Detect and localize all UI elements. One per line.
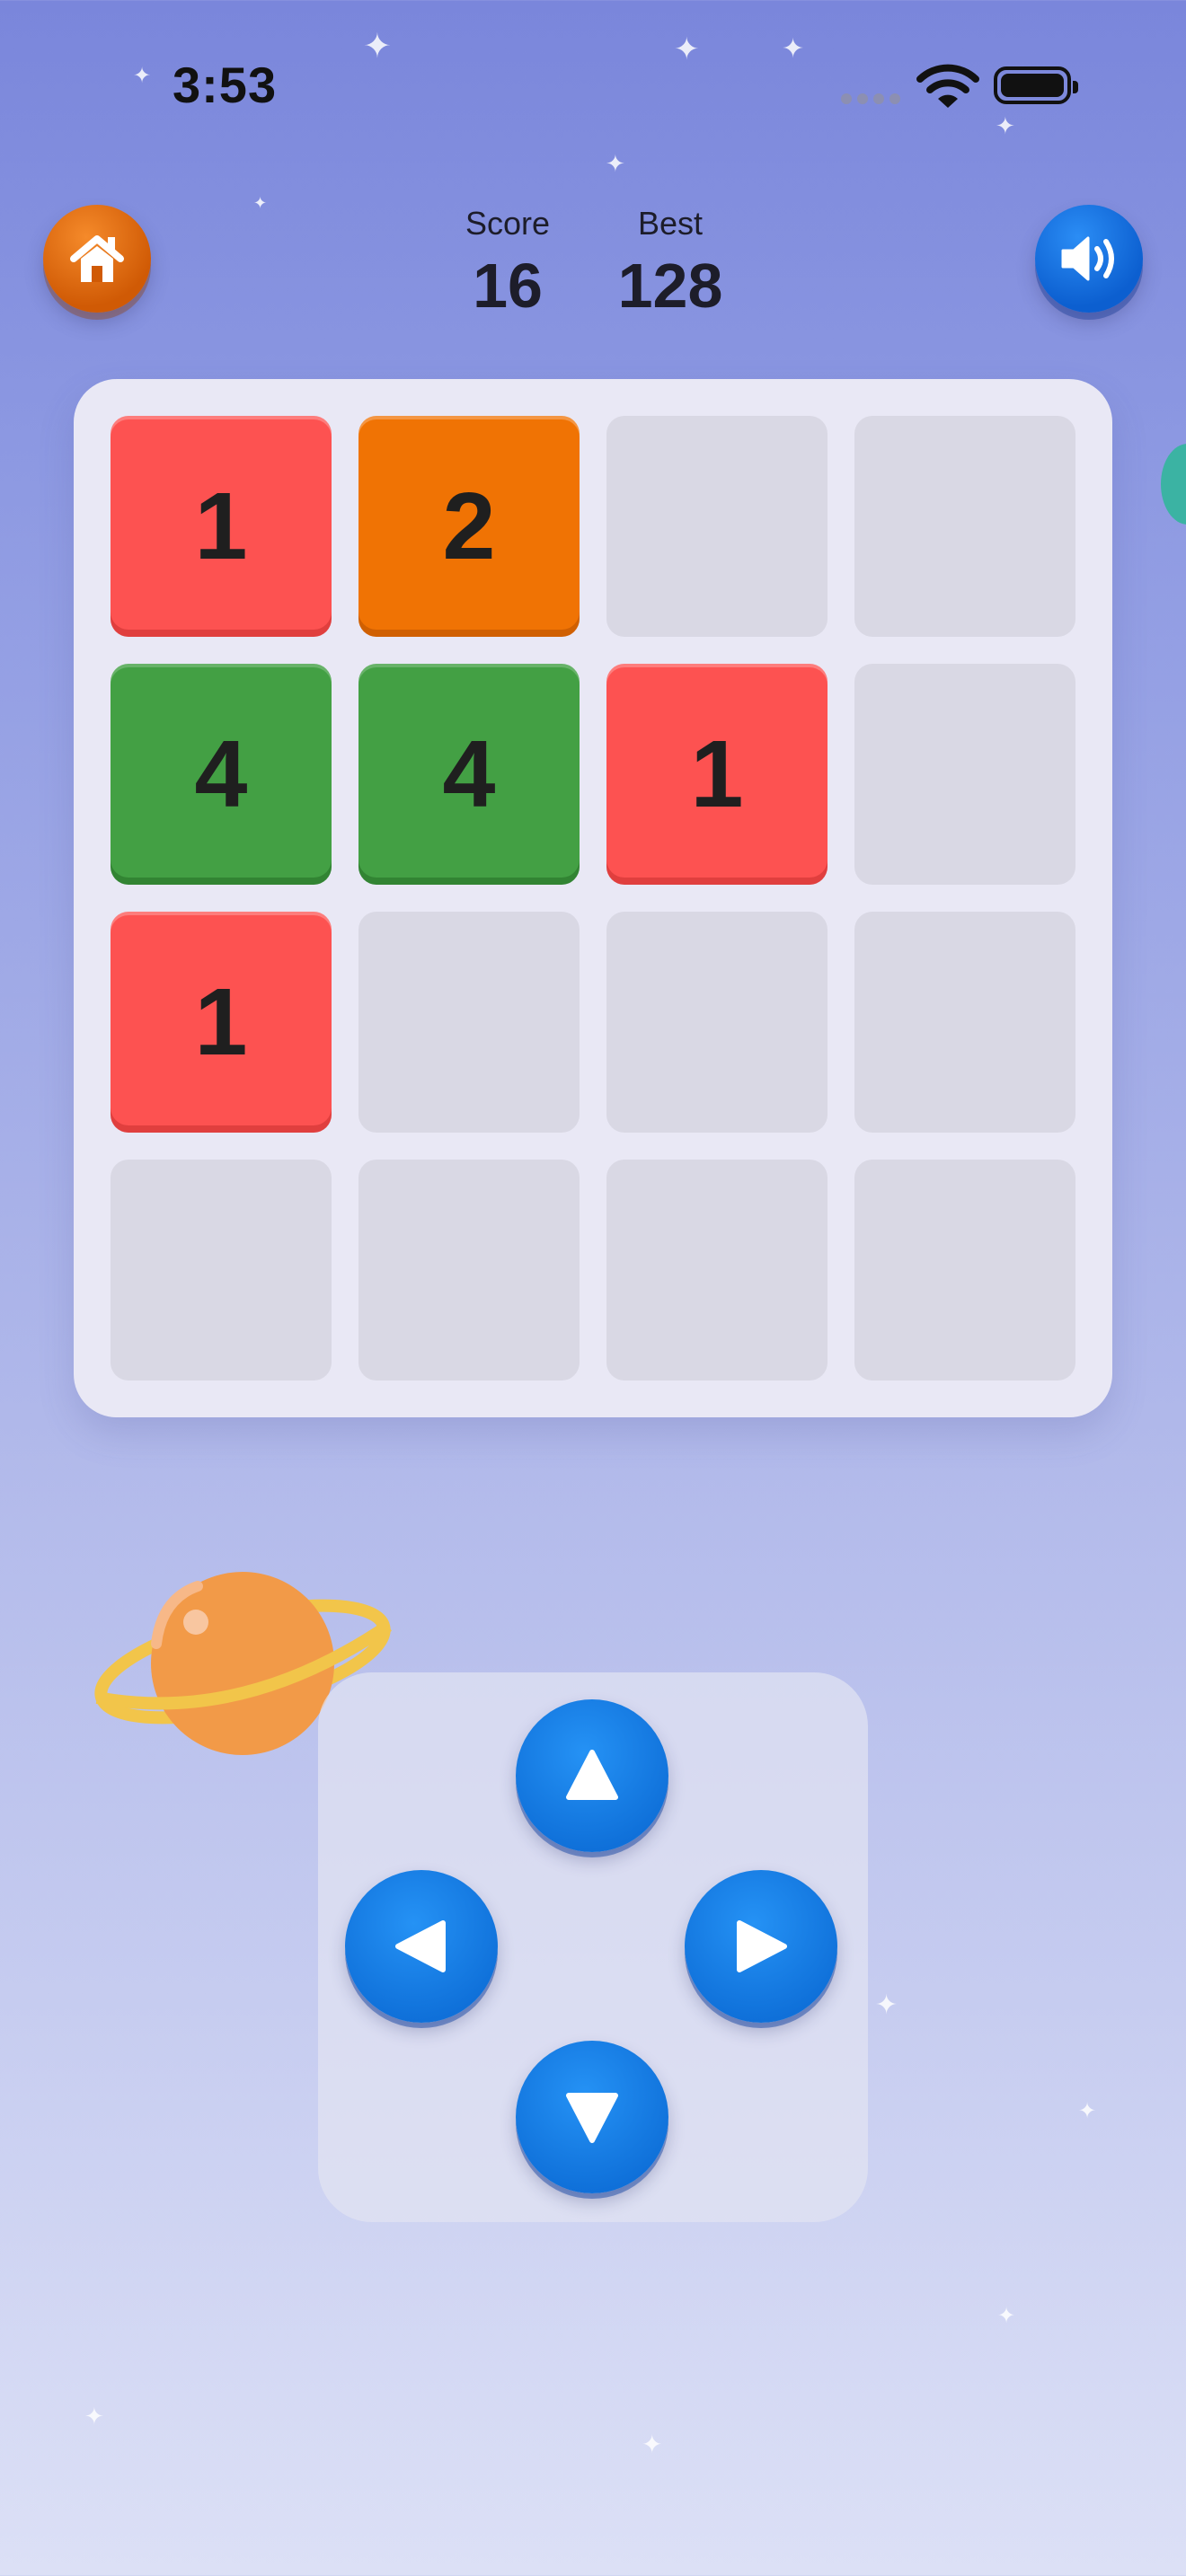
arrow-left-icon bbox=[395, 1920, 446, 1972]
empty-cell bbox=[854, 912, 1075, 1133]
sparkle-icon: ✦ bbox=[782, 33, 805, 65]
move-left-button[interactable] bbox=[345, 1870, 498, 2023]
sparkle-icon: ✦ bbox=[997, 2303, 1016, 2328]
speaker-icon bbox=[1061, 236, 1114, 281]
empty-cell bbox=[854, 664, 1075, 885]
empty-cell bbox=[111, 1160, 332, 1381]
wifi-icon bbox=[916, 64, 979, 108]
tile: 4 bbox=[358, 664, 580, 885]
best-display: Best 128 bbox=[604, 205, 737, 322]
sparkle-icon: ✦ bbox=[253, 194, 268, 213]
score-label: Score bbox=[465, 205, 551, 242]
sparkle-icon: ✦ bbox=[674, 31, 700, 67]
arrow-down-icon bbox=[566, 2093, 618, 2143]
sparkle-icon: ✦ bbox=[642, 2430, 663, 2459]
empty-cell bbox=[606, 912, 828, 1133]
tile: 4 bbox=[111, 664, 332, 885]
best-label: Best bbox=[637, 205, 704, 242]
tile: 1 bbox=[606, 664, 828, 885]
home-icon bbox=[70, 235, 124, 282]
arrow-up-icon bbox=[566, 1750, 618, 1800]
empty-cell bbox=[854, 1160, 1075, 1381]
status-time: 3:53 bbox=[173, 57, 278, 113]
move-down-button[interactable] bbox=[516, 2041, 668, 2193]
empty-cell bbox=[358, 912, 580, 1133]
sound-toggle-button[interactable] bbox=[1035, 205, 1143, 313]
sparkle-icon: ✦ bbox=[363, 26, 392, 66]
empty-cell bbox=[358, 1160, 580, 1381]
sparkle-icon: ✦ bbox=[133, 63, 152, 88]
arrow-right-icon bbox=[737, 1920, 787, 1972]
planet-decoration bbox=[1161, 444, 1186, 525]
best-value: 128 bbox=[617, 251, 723, 321]
tile: 1 bbox=[111, 912, 332, 1133]
sparkle-icon: ✦ bbox=[996, 113, 1015, 140]
sparkle-icon: ✦ bbox=[606, 151, 625, 178]
sparkle-icon: ✦ bbox=[875, 1989, 898, 2021]
empty-cell bbox=[606, 416, 828, 637]
empty-cell bbox=[606, 1160, 828, 1381]
empty-cell bbox=[854, 416, 1075, 637]
score-display: Score 16 bbox=[454, 205, 562, 322]
battery-icon bbox=[994, 66, 1078, 104]
tile: 2 bbox=[358, 416, 580, 637]
game-board: 124411 bbox=[74, 379, 1112, 1417]
sparkle-icon: ✦ bbox=[1078, 2098, 1097, 2123]
sparkle-icon: ✦ bbox=[84, 2404, 104, 2430]
tile: 1 bbox=[111, 416, 332, 637]
move-right-button[interactable] bbox=[685, 1870, 837, 2023]
score-value: 16 bbox=[473, 251, 543, 321]
home-button[interactable] bbox=[43, 205, 151, 313]
cellular-signal-icon bbox=[841, 93, 900, 104]
move-up-button[interactable] bbox=[516, 1699, 668, 1852]
